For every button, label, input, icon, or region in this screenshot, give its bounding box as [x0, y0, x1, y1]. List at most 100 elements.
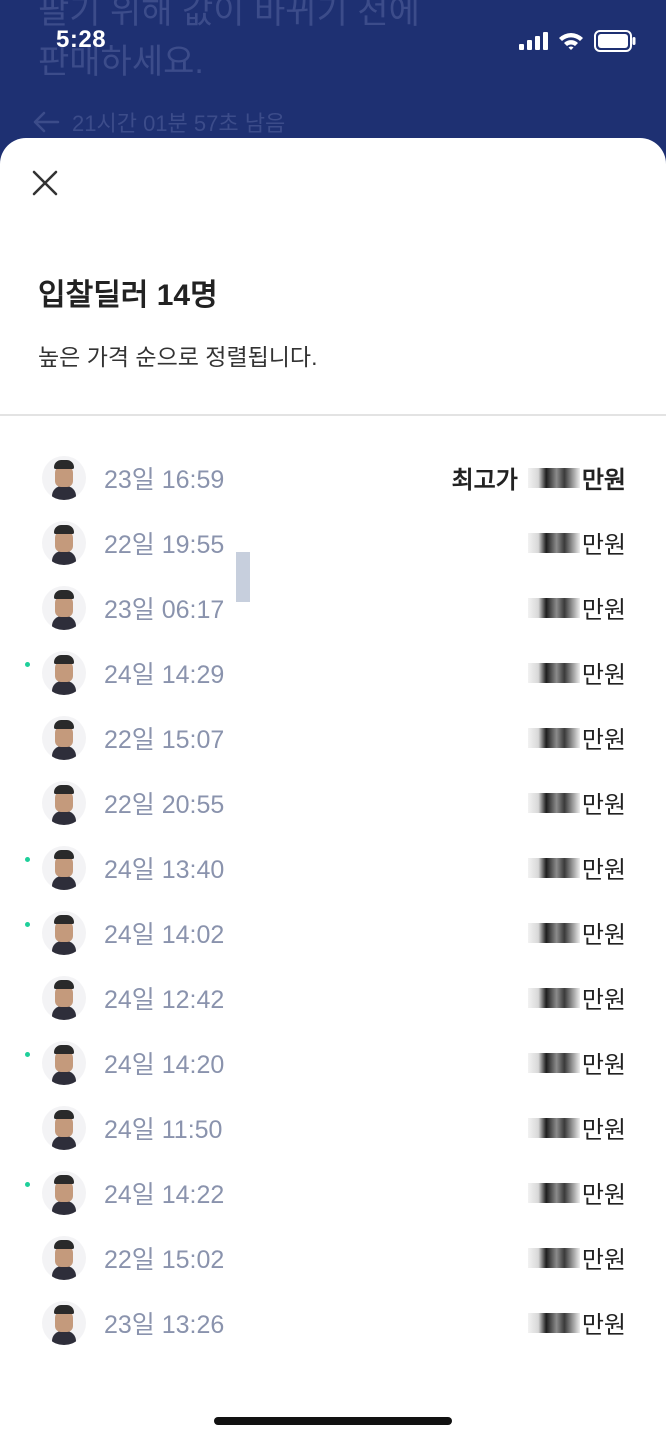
- bid-row[interactable]: 24일 13:40 만원: [0, 834, 666, 899]
- dealer-avatar[interactable]: [42, 521, 86, 565]
- bid-row[interactable]: 24일 14:29 만원: [0, 639, 666, 704]
- dealer-avatar[interactable]: [42, 846, 86, 890]
- bid-row[interactable]: 23일 16:59 최고가 만원: [0, 444, 666, 509]
- online-status-dot: [25, 857, 30, 862]
- bid-time: 24일 14:29: [104, 661, 225, 689]
- online-status-dot: [25, 1182, 30, 1187]
- bid-row[interactable]: 22일 15:02 만원: [0, 1224, 666, 1289]
- bid-row[interactable]: 22일 19:55 만원: [0, 509, 666, 574]
- bid-time: 22일 15:02: [104, 1246, 225, 1274]
- bid-price: 만원: [527, 1175, 626, 1210]
- price-unit: 만원: [581, 467, 626, 494]
- blurred-amount: [527, 597, 580, 618]
- bid-price: 만원: [527, 590, 626, 625]
- dealer-avatar[interactable]: [42, 456, 86, 500]
- background-back-row: 21시간 01분 57초 남음: [32, 106, 285, 138]
- bid-time: 22일 15:07: [104, 726, 225, 754]
- bid-price: 만원: [527, 980, 626, 1015]
- bid-price: 만원: [527, 1110, 626, 1145]
- bid-price: 만원: [527, 1240, 626, 1275]
- blurred-amount: [527, 1052, 580, 1073]
- blurred-amount: [527, 1117, 580, 1138]
- dealer-avatar[interactable]: [42, 911, 86, 955]
- bid-price: 최고가 만원: [452, 460, 626, 495]
- bid-row[interactable]: 23일 13:26 만원: [0, 1289, 666, 1354]
- bid-time: 24일 14:22: [104, 1181, 225, 1209]
- sheet-title: 입찰딜러 14명: [38, 279, 218, 312]
- price-unit: 만원: [581, 857, 626, 884]
- online-status-dot: [25, 1052, 30, 1057]
- bid-row[interactable]: 23일 06:17 만원: [0, 574, 666, 639]
- wifi-icon: [558, 31, 584, 51]
- bid-price: 만원: [527, 850, 626, 885]
- sheet-subtitle: 높은 가격 순으로 정렬됩니다.: [38, 344, 318, 370]
- blurred-amount: [527, 922, 580, 943]
- dealer-avatar[interactable]: [42, 586, 86, 630]
- bid-row[interactable]: 24일 14:20 만원: [0, 1029, 666, 1094]
- status-icons: [519, 30, 636, 52]
- price-unit: 만원: [581, 987, 626, 1014]
- price-unit: 만원: [581, 1247, 626, 1274]
- highest-price-label: 최고가: [451, 467, 518, 494]
- dealer-avatar[interactable]: [42, 1041, 86, 1085]
- dealer-avatar[interactable]: [42, 1171, 86, 1215]
- close-icon[interactable]: [30, 168, 60, 198]
- bid-row[interactable]: 24일 11:50 만원: [0, 1094, 666, 1159]
- dealer-avatar[interactable]: [42, 716, 86, 760]
- home-indicator[interactable]: [214, 1417, 452, 1425]
- blurred-amount: [527, 1182, 580, 1203]
- blurred-amount: [527, 467, 580, 488]
- divider: [0, 414, 666, 416]
- blurred-amount: [527, 857, 580, 878]
- price-unit: 만원: [581, 792, 626, 819]
- bid-price: 만원: [527, 1045, 626, 1080]
- price-unit: 만원: [581, 922, 626, 949]
- blurred-amount: [527, 1312, 580, 1333]
- online-status-dot: [25, 662, 30, 667]
- bid-time: 24일 11:50: [104, 1116, 223, 1144]
- back-arrow-icon: [33, 111, 60, 133]
- close-button[interactable]: [30, 168, 60, 198]
- price-unit: 만원: [581, 727, 626, 754]
- bid-row[interactable]: 24일 14:22 만원: [0, 1159, 666, 1224]
- dealer-avatar[interactable]: [42, 976, 86, 1020]
- bid-time: 23일 16:59: [104, 466, 225, 494]
- scroll-indicator[interactable]: [236, 552, 250, 602]
- bid-time: 23일 13:26: [104, 1311, 225, 1339]
- price-unit: 만원: [581, 597, 626, 624]
- bid-price: 만원: [527, 525, 626, 560]
- bid-price: 만원: [527, 655, 626, 690]
- bid-time: 23일 06:17: [104, 596, 225, 624]
- bid-price: 만원: [527, 720, 626, 755]
- online-status-dot: [25, 922, 30, 927]
- blurred-amount: [527, 662, 580, 683]
- dealer-avatar[interactable]: [42, 781, 86, 825]
- dealer-avatar[interactable]: [42, 651, 86, 695]
- bid-time: 22일 20:55: [104, 791, 225, 819]
- status-bar: 5:28: [0, 0, 666, 80]
- price-unit: 만원: [581, 1182, 626, 1209]
- battery-icon: [594, 30, 636, 52]
- dealer-avatar[interactable]: [42, 1106, 86, 1150]
- bid-row[interactable]: 22일 15:07 만원: [0, 704, 666, 769]
- dealer-avatar[interactable]: [42, 1301, 86, 1345]
- bid-row[interactable]: 24일 12:42 만원: [0, 964, 666, 1029]
- bidders-sheet: 입찰딜러 14명 높은 가격 순으로 정렬됩니다. 23일 16:59 최고가 만원…: [0, 138, 666, 1440]
- bid-list: 23일 16:59 최고가 만원 22일 19:55 만원 23일 06:17 만원 24일 …: [0, 444, 666, 1354]
- bid-time: 24일 14:02: [104, 921, 225, 949]
- blurred-amount: [527, 1247, 580, 1268]
- bid-time: 24일 13:40: [104, 856, 225, 884]
- dealer-avatar[interactable]: [42, 1236, 86, 1280]
- bid-row[interactable]: 22일 20:55 만원: [0, 769, 666, 834]
- bid-price: 만원: [527, 915, 626, 950]
- cellular-signal-icon: [519, 32, 548, 50]
- background-countdown: 21시간 01분 57초 남음: [72, 111, 286, 136]
- blurred-amount: [527, 727, 580, 748]
- bid-price: 만원: [527, 1305, 626, 1340]
- blurred-amount: [527, 987, 580, 1008]
- bid-row[interactable]: 24일 14:02 만원: [0, 899, 666, 964]
- bid-time: 24일 14:20: [104, 1051, 225, 1079]
- price-unit: 만원: [581, 1052, 626, 1079]
- blurred-amount: [527, 532, 580, 553]
- price-unit: 만원: [581, 1312, 626, 1339]
